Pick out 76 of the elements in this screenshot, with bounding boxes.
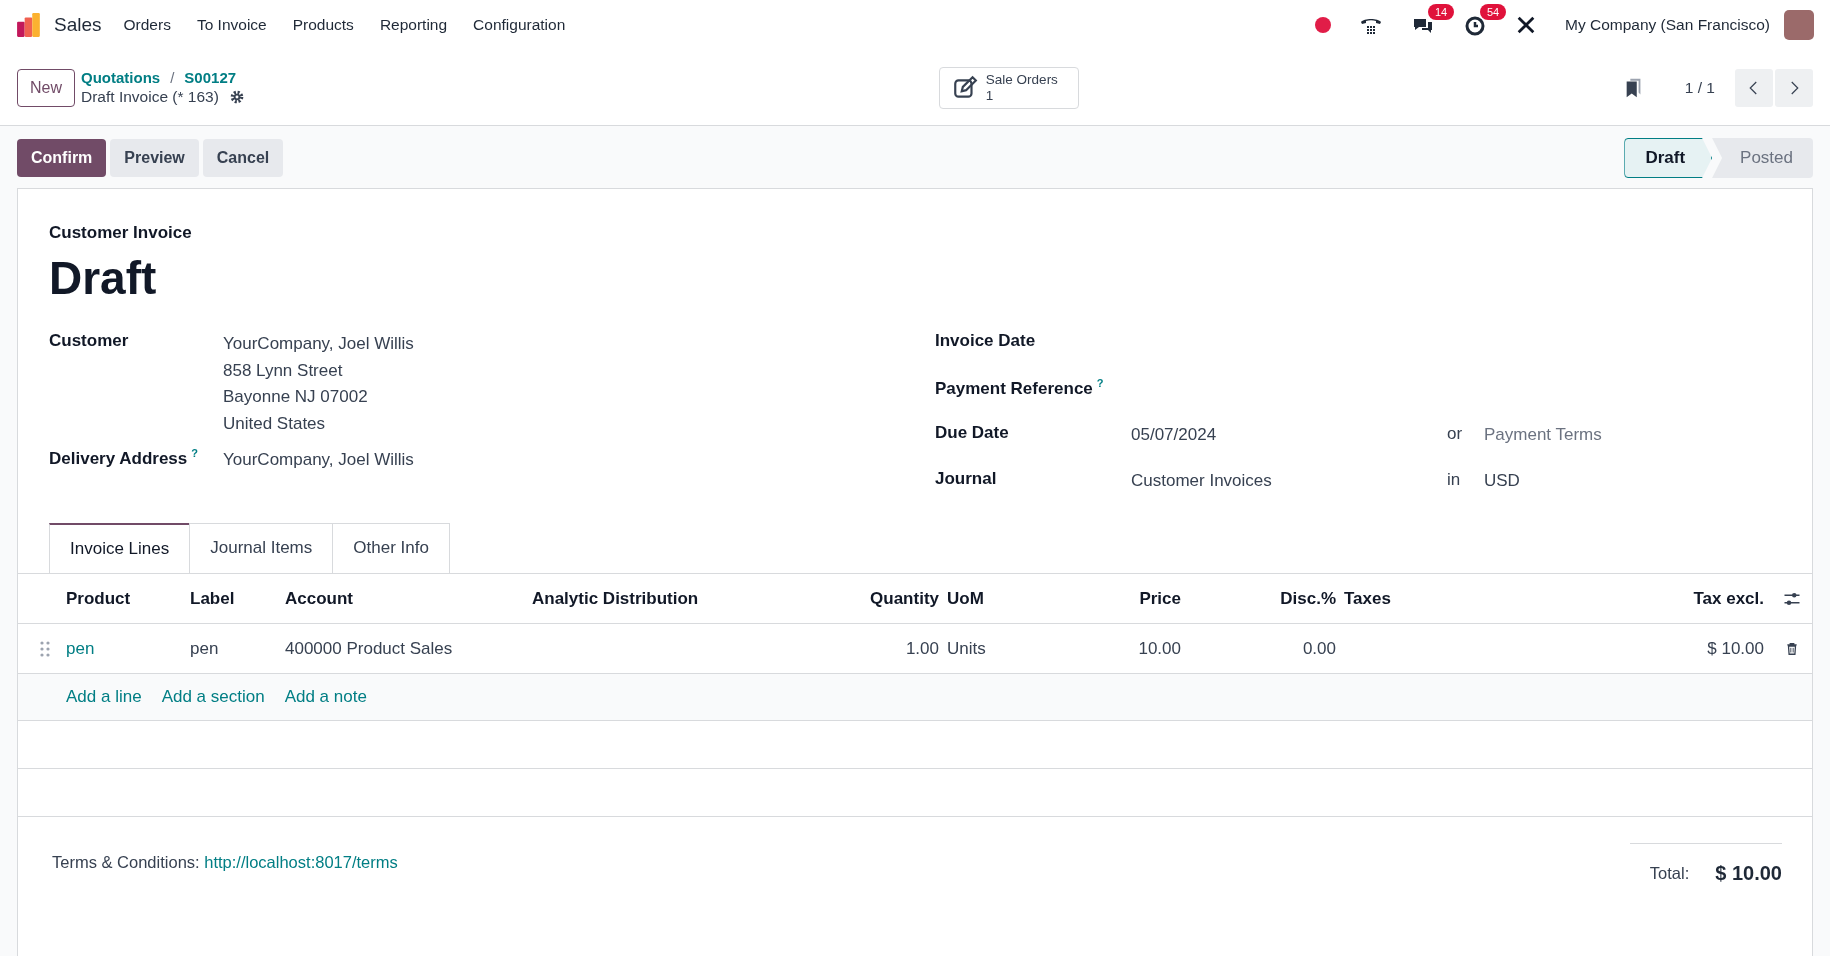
status-step[interactable]: Draft (1624, 138, 1713, 178)
company-name[interactable]: My Company (San Francisco) (1565, 16, 1770, 34)
delete-icon[interactable] (1785, 640, 1799, 657)
add-link[interactable]: Add a line (66, 687, 142, 707)
column-header[interactable]: Tax excl. (1551, 588, 1772, 609)
column-header[interactable]: Quantity (775, 588, 947, 609)
status-step[interactable]: Posted (1712, 138, 1813, 178)
action-button[interactable]: Preview (110, 139, 199, 177)
notebook-tab[interactable]: Invoice Lines (49, 523, 191, 573)
terms-link[interactable]: http://localhost:8017/terms (204, 853, 398, 871)
field-connector: or (1447, 424, 1463, 443)
table-cell: 400000 Product Sales (285, 638, 453, 658)
notebook-tab[interactable]: Other Info (332, 523, 450, 573)
notification-badge: 54 (1480, 4, 1507, 20)
field-placeholder[interactable]: Payment Terms (1484, 425, 1602, 444)
total-amount: $ 10.00 (1715, 861, 1782, 885)
field-connector: in (1447, 470, 1461, 489)
table-cell: 1.00 (905, 638, 939, 658)
menu-item[interactable]: Configuration (473, 16, 566, 34)
document-type: Customer Invoice (49, 223, 193, 243)
table-cell: Units (947, 638, 986, 658)
record-title: Draft Invoice (* 163) (81, 88, 219, 106)
column-header[interactable]: Product (66, 588, 190, 609)
field-value[interactable]: USD (1484, 471, 1520, 490)
record-dot-icon[interactable] (1315, 17, 1331, 33)
field-value[interactable]: Customer Invoices (1131, 471, 1272, 490)
new-button[interactable]: New (17, 68, 75, 107)
sale-orders-smart-button[interactable]: Sale Orders 1 (938, 66, 1079, 109)
column-header[interactable]: UoM (947, 588, 1111, 609)
table-cell: $ 10.00 (1707, 638, 1764, 658)
breadcrumb-separator: / (170, 69, 175, 86)
column-header[interactable]: Account (285, 588, 532, 609)
add-link[interactable]: Add a section (161, 687, 265, 707)
table-cell: 0.00 (1302, 638, 1336, 658)
app-logo-icon[interactable] (16, 12, 42, 38)
field-label: Delivery Address (49, 448, 188, 468)
column-header[interactable]: Taxes (1344, 588, 1551, 609)
field-value: 858 Lynn Street (223, 359, 344, 382)
table-cell: 10.00 (1138, 638, 1181, 658)
document-title: Draft (49, 251, 158, 305)
field-value: YourCompany, Joel Willis (223, 449, 414, 471)
help-tooltip-mark[interactable]: ? (1096, 377, 1104, 389)
menu-item[interactable]: To Invoice (196, 16, 267, 34)
field-value: Bayonne NJ 07002 (223, 386, 369, 408)
field-value: YourCompany, Joel Willis (223, 333, 414, 355)
add-link[interactable]: Add a note (284, 687, 367, 707)
field-value[interactable]: 05/07/2024 (1131, 425, 1217, 444)
total-label: Total: (1649, 863, 1690, 883)
table-cell[interactable]: pen (66, 638, 95, 658)
column-header[interactable]: Label (190, 588, 285, 609)
settings-icon[interactable] (228, 89, 245, 105)
app-name[interactable]: Sales (54, 14, 102, 36)
field-label: Customer (49, 331, 129, 350)
action-button[interactable]: Confirm (17, 139, 107, 177)
column-header[interactable]: Disc.% (1189, 588, 1344, 609)
column-header[interactable]: Price (1111, 588, 1189, 609)
table-cell: pen (190, 638, 219, 658)
menu-item[interactable]: Reporting (379, 16, 448, 34)
breadcrumb-link[interactable]: S00127 (184, 69, 237, 86)
drag-handle-icon[interactable] (40, 640, 50, 657)
terms-label: Terms & Conditions: (52, 853, 200, 871)
field-label: Payment Reference (935, 378, 1093, 398)
menu-item[interactable]: Products (292, 16, 354, 34)
field-label: Due Date (935, 423, 1009, 442)
field-label: Journal (935, 469, 997, 488)
menu-item[interactable]: Orders (123, 16, 171, 34)
pager-value[interactable]: 1 / 1 (1684, 78, 1715, 97)
edit-icon (951, 74, 978, 101)
breadcrumb-link[interactable]: Quotations (81, 69, 161, 86)
field-label: Invoice Date (935, 331, 1036, 350)
notification-badge: 14 (1428, 4, 1455, 20)
help-tooltip-mark[interactable]: ? (191, 447, 198, 459)
action-button[interactable]: Cancel (202, 139, 284, 177)
user-avatar[interactable] (1784, 10, 1814, 40)
column-header[interactable]: Analytic Distribution (532, 588, 775, 609)
field-value: United States (223, 412, 327, 435)
